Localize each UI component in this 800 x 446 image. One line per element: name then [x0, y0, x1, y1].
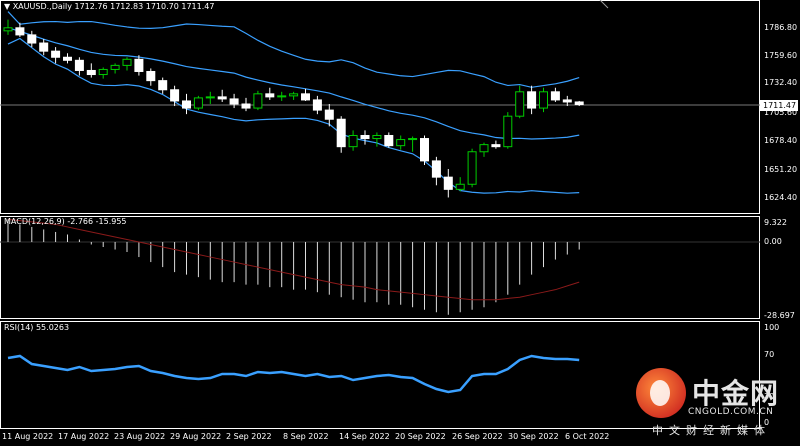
- candle-body: [372, 134, 382, 140]
- candle-body: [550, 91, 560, 101]
- candle-body: [265, 93, 275, 98]
- candle-body: [217, 96, 227, 100]
- candle-body: [158, 80, 168, 91]
- watermark-url: CNGOLD.COM.CN: [688, 407, 774, 417]
- candle-body: [253, 93, 263, 109]
- candle-body: [431, 160, 441, 178]
- chart-shift-arrow: [599, 0, 609, 9]
- macd-axis-label: -28.697: [764, 311, 795, 320]
- main-pane-border: [0, 0, 760, 214]
- candle-body: [182, 100, 191, 109]
- candle-body: [51, 50, 61, 58]
- date-label: 2 Sep 2022: [226, 432, 272, 441]
- candle-body: [515, 91, 525, 117]
- candle-body: [301, 93, 310, 101]
- candle-body: [63, 56, 72, 61]
- date-label: 6 Oct 2022: [565, 432, 610, 441]
- candle-body: [324, 109, 334, 120]
- candle-body: [348, 134, 358, 148]
- candle-body: [229, 98, 239, 105]
- candle-body: [443, 176, 453, 190]
- candle-body: [467, 151, 477, 185]
- date-label: 20 Sep 2022: [395, 432, 446, 441]
- candle-body: [39, 42, 49, 52]
- symbol-header: ▼ XAUUSD.,Daily 1712.76 1712.83 1710.70 …: [4, 2, 214, 12]
- price-label: 1759.60: [764, 51, 798, 60]
- bollinger-upper-band: [7, 11, 580, 88]
- macd-axis-label: 9.322: [764, 218, 787, 227]
- rsi-title: RSI(14): [4, 323, 34, 332]
- symbol-ohlc: 1712.76 1712.83 1710.70 1711.47: [74, 2, 215, 11]
- rsi-value: 55.0263: [35, 323, 70, 332]
- candle-body: [336, 118, 346, 148]
- macd-header: MACD(12,26,9) -2.766 -15.955: [4, 217, 127, 227]
- candle-body: [205, 96, 215, 99]
- candle-body: [312, 99, 322, 111]
- current-price-tag: 1711.47: [760, 100, 798, 111]
- symbol-arrow-icon: ▼: [4, 2, 11, 11]
- date-label: 17 Aug 2022: [58, 432, 110, 441]
- candle-body: [384, 134, 394, 147]
- rsi-header: RSI(14) 55.0263: [4, 323, 69, 333]
- candle-body: [193, 97, 203, 109]
- candle-body: [396, 139, 406, 147]
- rsi-line: [7, 354, 580, 394]
- date-label: 23 Aug 2022: [114, 432, 166, 441]
- candle-body: [491, 144, 501, 148]
- date-label: 14 Sep 2022: [339, 432, 390, 441]
- candle-body: [420, 138, 429, 162]
- date-label: 29 Aug 2022: [170, 432, 222, 441]
- candle-body: [86, 69, 96, 76]
- candle-body: [122, 58, 132, 66]
- candle-body: [503, 115, 513, 148]
- date-label: 26 Sep 2022: [452, 432, 503, 441]
- macd-axis-label: 0.00: [764, 237, 782, 246]
- date-label: 11 Aug 2022: [2, 432, 54, 441]
- bollinger-lower-band: [7, 37, 580, 194]
- date-label: 8 Sep 2022: [283, 432, 329, 441]
- candle-body: [170, 89, 180, 102]
- candle-body: [241, 103, 251, 109]
- brand-logo-drop: [650, 380, 670, 406]
- candle-body: [110, 64, 120, 70]
- candle-body: [3, 27, 13, 32]
- candle-body: [15, 27, 25, 36]
- candle-body: [479, 144, 489, 153]
- price-label: 1624.40: [764, 193, 798, 202]
- candle-body: [539, 91, 548, 109]
- rsi-axis-label: 70: [764, 350, 775, 359]
- macd-title: MACD(12,26,9): [4, 217, 65, 226]
- price-label: 1732.40: [764, 78, 798, 87]
- macd-values: -2.766 -15.955: [67, 217, 127, 226]
- candle-body: [134, 58, 144, 72]
- candle-body: [455, 183, 465, 190]
- watermark-brand: 中金网: [692, 377, 780, 410]
- candle-body: [277, 95, 287, 98]
- candle-body: [27, 34, 37, 44]
- candle-body: [574, 101, 584, 106]
- watermark-tagline: 中文财经新媒体: [652, 424, 771, 437]
- candle-body: [408, 138, 418, 141]
- candle-body: [146, 70, 156, 82]
- symbol-name: XAUUSD.,Daily: [12, 2, 72, 11]
- candle-body: [289, 93, 299, 97]
- macd-pane-border: [0, 216, 760, 319]
- price-label: 1678.40: [764, 136, 798, 145]
- candle-body: [98, 68, 108, 76]
- date-label: 30 Sep 2022: [508, 432, 559, 441]
- price-label: 1651.20: [764, 165, 798, 174]
- price-label: 1786.80: [764, 23, 798, 32]
- candle-body: [74, 59, 84, 71]
- candle-body: [527, 91, 537, 109]
- candle-body: [360, 134, 370, 140]
- rsi-axis-label: 100: [764, 323, 780, 332]
- candle-body: [562, 99, 572, 103]
